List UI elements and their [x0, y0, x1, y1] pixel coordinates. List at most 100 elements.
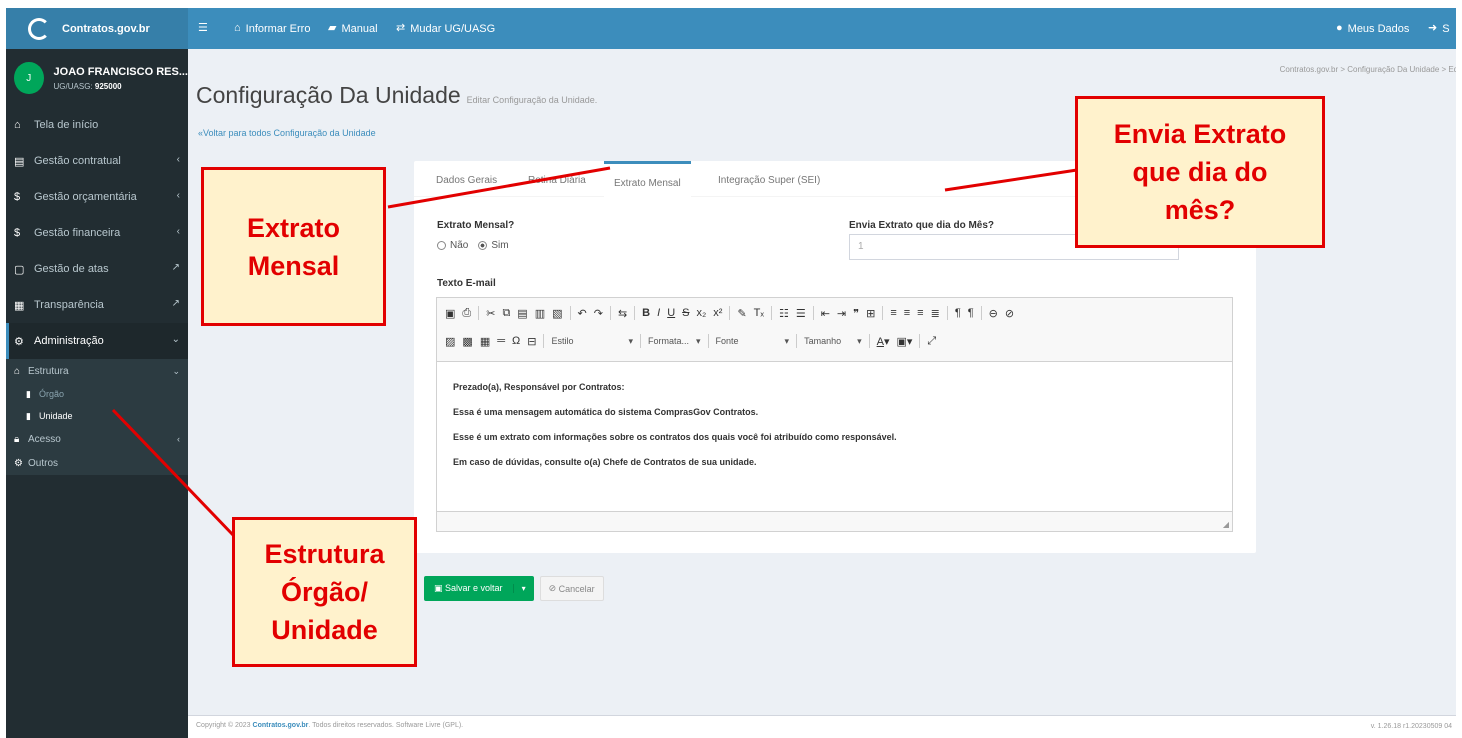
sair-label: S — [1442, 22, 1450, 35]
toolbar-separator — [796, 334, 798, 348]
div-container-icon[interactable]: ⊞ — [866, 307, 875, 320]
paste-word-icon[interactable]: ▧ — [552, 307, 562, 320]
footer-version: v. 1.26.18 r1.20230509 04 — [1370, 723, 1452, 730]
sidebar-item-acesso[interactable]: 🔒︎ Acesso ‹ — [6, 427, 188, 451]
back-link[interactable]: «Voltar para todos Configuração da Unida… — [198, 128, 376, 138]
informar-erro-link[interactable]: ⌂ Informar Erro — [234, 8, 310, 49]
sidebar-item-gestao-contratual[interactable]: ▤ Gestão contratual ‹ — [6, 143, 188, 179]
sidebar-item-estrutura[interactable]: ⌂ Estrutura ⌄ — [6, 359, 188, 383]
replace-icon[interactable]: ⇆ — [618, 307, 627, 320]
mudar-ug-link[interactable]: ⇄ Mudar UG/UASG — [396, 8, 495, 49]
radio-nao[interactable] — [437, 241, 446, 250]
cancel-button[interactable]: ⊘ Cancelar — [539, 576, 604, 601]
style-dropdown[interactable]: Estilo — [551, 336, 621, 346]
bg-color-icon[interactable]: ▣▾ — [896, 335, 912, 348]
callout-envia-extrato: Envia Extrato que dia do mês? — [1075, 96, 1325, 248]
tab-extrato-mensal[interactable]: Extrato Mensal — [604, 161, 691, 197]
align-justify-icon[interactable]: ≣ — [931, 307, 940, 320]
footer: Copyright © 2023 Contratos.gov.br. Todos… — [188, 715, 1456, 738]
extrato-mensal-radio-group: Não Sim — [437, 240, 509, 251]
unlink-icon[interactable]: ⊘ — [1005, 307, 1014, 320]
top-navbar: Contratos.gov.br ☰ ⌂ Informar Erro ▰ Man… — [6, 8, 1456, 49]
sidebar-item-label: Acesso — [28, 433, 61, 445]
italic-icon[interactable]: I — [657, 307, 660, 319]
sidebar-item-gestao-atas[interactable]: ▢ Gestão de atas ↗ — [6, 251, 188, 287]
save-options-dropdown[interactable]: ▾ — [512, 584, 534, 593]
brand[interactable]: Contratos.gov.br — [6, 8, 188, 49]
bullet-list-icon[interactable]: ☰ — [796, 307, 806, 320]
superscript-icon[interactable]: x² — [713, 307, 722, 319]
sidebar-item-unidade[interactable]: ▮ Unidade — [6, 405, 188, 427]
sidebar-item-administracao[interactable]: ⚙ Administração ⌄ — [6, 323, 188, 359]
file-icon: ▢ — [14, 263, 25, 276]
bold-icon[interactable]: B — [642, 307, 650, 319]
table-icon[interactable]: ▦ — [480, 335, 490, 348]
remove-format-icon[interactable]: Tₓ — [754, 307, 764, 319]
sidebar-item-gestao-financeira[interactable]: $ Gestão financeira ‹ — [6, 215, 188, 251]
font-dropdown-arrow: ▾ — [784, 335, 790, 346]
toolbar-separator — [707, 334, 709, 348]
tab-dados-gerais[interactable]: Dados Gerais — [426, 169, 507, 192]
flash-icon[interactable]: ▩ — [462, 335, 472, 348]
chevron-left-icon: ‹ — [176, 226, 180, 237]
manual-link[interactable]: ▰ Manual — [328, 8, 378, 49]
save-button[interactable]: ▣ Salvar e voltar ▾ — [424, 576, 534, 601]
paste-icon[interactable]: ▤ — [517, 307, 527, 320]
copy-icon[interactable]: ⧉ — [502, 307, 510, 320]
sidebar-item-orgao[interactable]: ▮ Órgão — [6, 383, 188, 405]
text-color-icon[interactable]: A▾ — [877, 335, 890, 348]
email-line: Esse é um extrato com informações sobre … — [453, 432, 897, 442]
numbered-list-icon[interactable]: ☷ — [779, 307, 789, 320]
image-icon[interactable]: ▨ — [445, 335, 455, 348]
redo-icon[interactable]: ↷ — [594, 307, 603, 320]
align-right-icon[interactable]: ≡ — [917, 307, 923, 319]
font-dropdown[interactable]: Fonte — [716, 336, 778, 346]
toolbar-separator — [640, 334, 641, 348]
link-icon[interactable]: ⊖ — [989, 307, 998, 320]
save-button-label: Salvar e voltar — [445, 583, 503, 593]
blockquote-icon[interactable]: ❞ — [853, 307, 859, 320]
external-link-icon: ↗ — [171, 262, 180, 273]
underline-icon[interactable]: U — [667, 307, 675, 319]
special-char-icon[interactable]: Ω — [512, 335, 520, 347]
chevron-down-icon: ⌄ — [172, 365, 180, 376]
subscript-icon[interactable]: x₂ — [696, 307, 706, 319]
outdent-icon[interactable]: ⇤ — [821, 307, 830, 320]
align-left-icon[interactable]: ≡ — [890, 307, 896, 319]
resize-handle-icon[interactable]: ◢ — [1223, 520, 1229, 529]
tab-integracao-super[interactable]: Integração Super (SEI) — [708, 169, 830, 192]
extrato-mensal-label: Extrato Mensal? — [437, 220, 515, 231]
source-icon[interactable]: ▣ — [445, 307, 455, 320]
radio-sim[interactable] — [478, 241, 488, 250]
copy-format-icon[interactable]: ✎ — [737, 307, 746, 320]
sidebar-item-transparencia[interactable]: ▦ Transparência ↗ — [6, 287, 188, 323]
menu-toggle-button[interactable]: ☰ — [198, 8, 208, 49]
toolbar-separator — [634, 306, 636, 320]
paste-text-icon[interactable]: ▥ — [535, 307, 545, 320]
align-center-icon[interactable]: ≡ — [904, 307, 910, 319]
ltr-icon[interactable]: ¶ — [955, 307, 961, 319]
rich-text-editor[interactable]: ▣ ⎙ ✂ ⧉ ▤ ▥ ▧ ↶ ↷ ⇆ B I U S x₂ x² ✎ Tₓ ☷… — [436, 297, 1233, 532]
horizontal-line-icon[interactable]: ═ — [497, 335, 505, 347]
format-dropdown[interactable]: Formata... — [648, 336, 689, 346]
breadcrumb[interactable]: Contratos.gov.br > Configuração Da Unida… — [1280, 65, 1456, 74]
sidebar-item-outros[interactable]: ⚙ Outros — [6, 451, 188, 475]
footer-brand-link[interactable]: Contratos.gov.br — [253, 722, 309, 729]
indent-icon[interactable]: ⇥ — [837, 307, 846, 320]
meus-dados-link[interactable]: ● Meus Dados — [1336, 8, 1409, 49]
tab-rotina-diaria[interactable]: Rotina Diária — [518, 169, 596, 192]
rtl-icon[interactable]: ¶ — [968, 307, 974, 319]
cut-icon[interactable]: ✂ — [486, 307, 495, 320]
editor-content[interactable]: Prezado(a), Responsável por Contratos: E… — [437, 362, 1232, 488]
undo-icon[interactable]: ↶ — [578, 307, 587, 320]
maximize-icon[interactable]: ⤢ — [927, 335, 936, 348]
sidebar-item-inicio[interactable]: ⌂ Tela de início — [6, 107, 188, 143]
document-icon: ▤ — [14, 155, 25, 168]
bank-icon: ⌂ — [14, 365, 21, 377]
page-break-icon[interactable]: ⊟ — [527, 335, 536, 348]
sair-link[interactable]: ➜ S — [1428, 8, 1450, 49]
size-dropdown[interactable]: Tamanho — [804, 336, 850, 346]
sidebar-item-gestao-orcamentaria[interactable]: $ Gestão orçamentária ‹ — [6, 179, 188, 215]
strike-icon[interactable]: S — [682, 307, 689, 319]
print-icon[interactable]: ⎙ — [462, 307, 471, 320]
